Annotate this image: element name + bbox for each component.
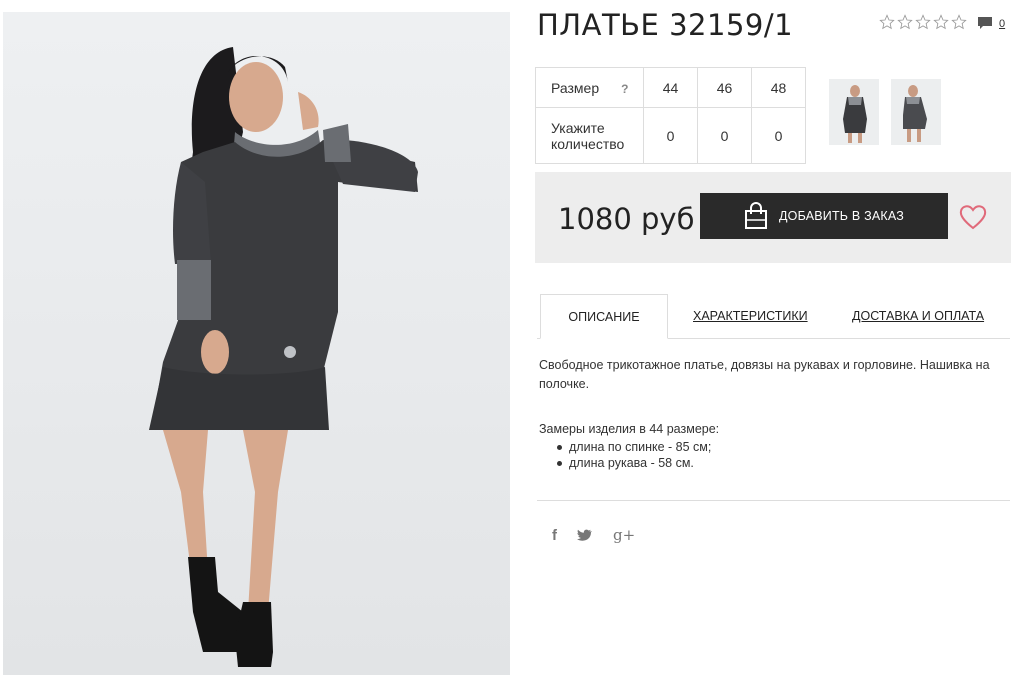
quantity-input-46[interactable]: 0 xyxy=(697,107,752,164)
comments-count[interactable]: 0 xyxy=(999,18,1005,30)
quantity-input-44[interactable]: 0 xyxy=(643,107,698,164)
help-icon[interactable]: ? xyxy=(621,82,628,96)
add-to-order-button[interactable]: ДОБАВИТЬ В ЗАКАЗ xyxy=(700,193,948,239)
product-description: Свободное трикотажное платье, довязы на … xyxy=(539,356,1004,471)
tab-specs[interactable]: ХАРАКТЕРИСТИКИ xyxy=(693,294,808,338)
size-label-cell: Размер? xyxy=(535,67,644,108)
google-plus-icon[interactable]: g+ xyxy=(613,526,635,544)
heart-icon[interactable] xyxy=(959,204,987,230)
divider xyxy=(537,500,1010,501)
description-text: Свободное трикотажное платье, довязы на … xyxy=(539,358,990,391)
comment-icon xyxy=(978,17,992,29)
quantity-input-48[interactable]: 0 xyxy=(751,107,806,164)
product-price: 1080 руб xyxy=(558,202,695,236)
size-48: 48 xyxy=(751,67,806,108)
rating-stars[interactable] xyxy=(879,14,967,30)
star-icon[interactable] xyxy=(879,14,895,30)
shopping-bag-icon xyxy=(745,202,767,229)
size-46: 46 xyxy=(697,67,752,108)
tab-delivery[interactable]: ДОСТАВКА И ОПЛАТА xyxy=(852,294,984,338)
measure-title: Замеры изделия в 44 размере: xyxy=(539,422,720,436)
buy-box: 1080 руб ДОБАВИТЬ В ЗАКАЗ xyxy=(535,172,1011,263)
measure-list: длина по спинке - 85 см; длина рукава - … xyxy=(539,439,1004,471)
star-icon[interactable] xyxy=(951,14,967,30)
star-icon[interactable] xyxy=(915,14,931,30)
list-item: длина по спинке - 85 см; xyxy=(557,439,1004,455)
product-tabs: ОПИСАНИЕ ХАРАКТЕРИСТИКИ ДОСТАВКА И ОПЛАТ… xyxy=(537,294,1010,339)
thumbnail-image xyxy=(843,85,867,143)
quantity-label: Укажите количество xyxy=(535,107,644,164)
size-table: Размер? 44 46 48 Укажите количество 0 0 … xyxy=(535,67,806,164)
add-to-order-label: ДОБАВИТЬ В ЗАКАЗ xyxy=(779,209,905,223)
product-title: ПЛАТЬЕ 32159/1 xyxy=(537,8,794,42)
social-share: f g+ xyxy=(552,526,635,544)
product-thumbnail[interactable] xyxy=(829,79,879,145)
tab-description[interactable]: ОПИСАНИЕ xyxy=(540,294,668,339)
size-label: Размер xyxy=(551,79,600,96)
model-illustration xyxy=(149,47,418,667)
list-item: длина рукава - 58 см. xyxy=(557,455,1004,471)
product-thumbnail[interactable] xyxy=(891,79,941,145)
facebook-icon[interactable]: f xyxy=(552,527,557,544)
thumbnail-image xyxy=(903,85,927,142)
star-icon[interactable] xyxy=(897,14,913,30)
product-main-photo[interactable] xyxy=(3,12,510,675)
twitter-icon[interactable] xyxy=(577,529,593,542)
comments-link[interactable]: 0 xyxy=(977,16,1005,31)
star-icon[interactable] xyxy=(933,14,949,30)
size-44: 44 xyxy=(643,67,698,108)
